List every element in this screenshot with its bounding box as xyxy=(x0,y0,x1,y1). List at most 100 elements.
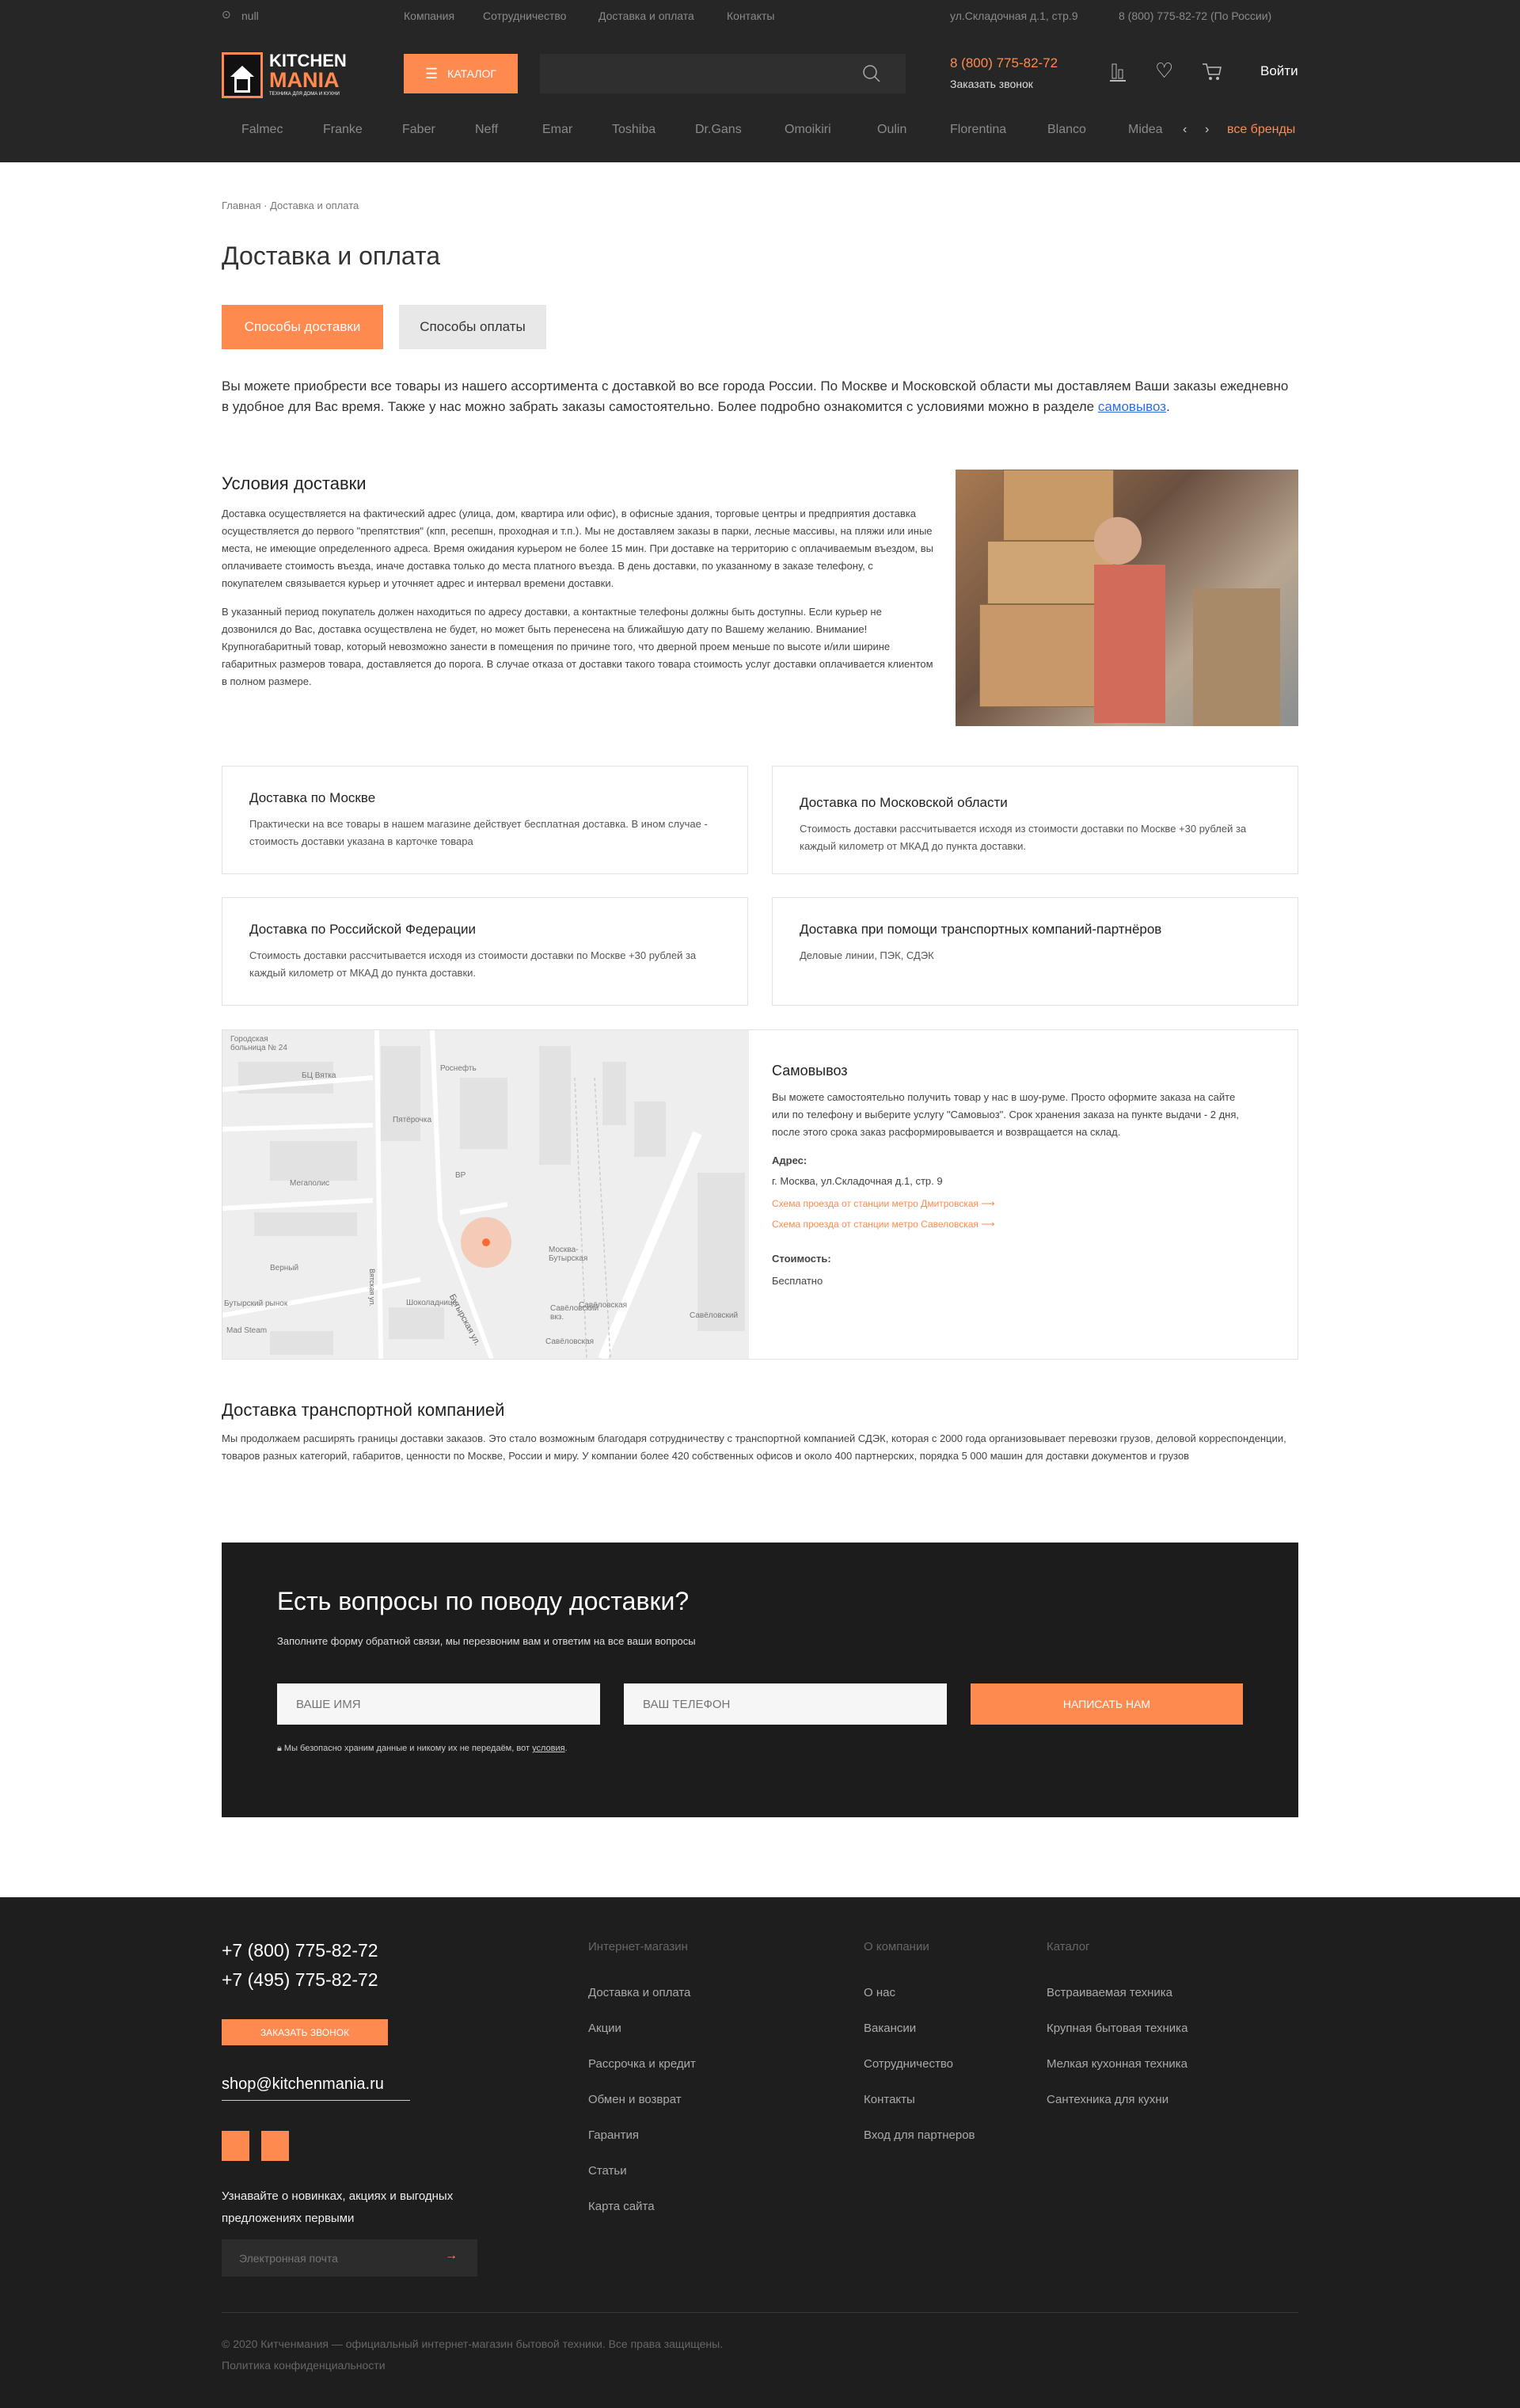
footer-link[interactable]: Мелкая кухонная техника xyxy=(1047,2057,1188,2071)
breadcrumb-home[interactable]: Главная xyxy=(222,200,260,211)
footer-link[interactable]: Вакансии xyxy=(864,2022,916,2035)
footer-link[interactable]: Гарантия xyxy=(588,2128,639,2142)
address-label: Адрес: xyxy=(772,1155,808,1166)
conditions-title: Условия доставки xyxy=(222,474,367,493)
all-brands-link[interactable]: все бренды xyxy=(1227,123,1295,137)
pickup-map[interactable]: Городская больница № 24 БЦ Вятка Роснефт… xyxy=(222,1030,749,1359)
card-text: Деловые линии, ПЭК, СДЭК xyxy=(800,949,934,961)
catalog-button[interactable]: ☰ КАТАЛОГ xyxy=(404,54,518,93)
breadcrumb-current: Доставка и оплата xyxy=(270,200,359,211)
conditions-paragraph: В указанный период покупатель должен нах… xyxy=(222,606,933,687)
brand-link[interactable]: Faber xyxy=(402,123,435,137)
menu-list-icon: ☰ xyxy=(425,65,439,82)
top-nav-cooperation[interactable]: Сотрудничество xyxy=(483,10,566,22)
top-nav-contacts[interactable]: Контакты xyxy=(727,10,774,22)
privacy-policy-link[interactable]: Политика конфиденциальности xyxy=(222,2359,386,2372)
tab-delivery-methods[interactable]: Способы доставки xyxy=(222,305,383,349)
brand-link[interactable]: Omoikiri xyxy=(785,123,831,137)
brand-link[interactable]: Midea xyxy=(1128,123,1163,137)
footer-link[interactable]: Сотрудничество xyxy=(864,2057,953,2071)
footer-link[interactable]: Сантехника для кухни xyxy=(1047,2093,1168,2106)
delivery-card-partners: Доставка при помощи транспортных компани… xyxy=(772,897,1298,1006)
favorites-heart-icon[interactable]: ♡ xyxy=(1155,59,1173,83)
footer-phone[interactable]: +7 (495) 775-82-72 xyxy=(222,1969,378,1991)
route-dmitrovskaya-link[interactable]: Схема проезда от станции метро Дмитровск… xyxy=(772,1195,1255,1212)
footer-link[interactable]: Статьи xyxy=(588,2164,627,2178)
subscribe-text: Узнавайте о новинках, акциях и выгодных … xyxy=(222,2189,454,2225)
map-label: Мегаполис xyxy=(290,1179,330,1188)
pickup-title: Самовывоз xyxy=(772,1063,848,1078)
footer-phone[interactable]: +7 (800) 775-82-72 xyxy=(222,1940,378,1961)
card-text: Стоимость доставки рассчитывается исходя… xyxy=(800,823,1247,852)
site-footer: +7 (800) 775-82-72 +7 (495) 775-82-72 ЗА… xyxy=(0,1897,1520,2408)
breadcrumb-separator: · xyxy=(264,200,268,211)
footer-link[interactable]: Крупная бытовая техника xyxy=(1047,2022,1188,2035)
route-savelovskaya-link[interactable]: Схема проезда от станции метро Савеловск… xyxy=(772,1215,1255,1233)
card-title: Доставка по Московской области xyxy=(800,795,1008,810)
brand-link[interactable]: Franke xyxy=(323,123,363,137)
login-link[interactable]: Войти xyxy=(1260,63,1298,79)
compare-icon[interactable] xyxy=(1110,62,1127,82)
form-subtitle: Заполните форму обратной связи, мы перез… xyxy=(277,1635,696,1647)
name-input[interactable] xyxy=(277,1683,600,1725)
delivery-conditions: Условия доставки Доставка осуществляется… xyxy=(222,474,934,690)
subscribe-email-input[interactable] xyxy=(222,2239,477,2277)
footer-link[interactable]: Контакты xyxy=(864,2093,915,2106)
card-text: Практически на все товары в нашем магази… xyxy=(249,818,708,847)
map-label: Бутырский рынок xyxy=(224,1299,288,1308)
header-phone[interactable]: 8 (800) 775-82-72 xyxy=(950,55,1058,71)
footer-column-title: Каталог xyxy=(1047,1940,1090,1953)
card-title: Доставка по Российской Федерации xyxy=(249,922,476,937)
social-icon[interactable] xyxy=(261,2131,289,2161)
logo[interactable]: KITCHEN MANIA ТЕХНИКА ДЛЯ ДОМА И КУХНИ xyxy=(222,52,360,98)
brand-link[interactable]: Toshiba xyxy=(612,123,656,137)
arrow-right-icon[interactable]: → xyxy=(445,2249,458,2263)
social-icon[interactable] xyxy=(222,2131,249,2161)
lock-icon: 🔒︎ xyxy=(277,1744,282,1753)
submit-button[interactable]: НАПИСАТЬ НАМ xyxy=(971,1683,1243,1725)
footer-link[interactable]: Встраиваемая техника xyxy=(1047,1986,1172,1999)
footer-email[interactable]: shop@kitchenmania.ru xyxy=(222,2075,410,2101)
privacy-terms-link[interactable]: условия xyxy=(532,1744,564,1753)
brands-prev-arrow-icon[interactable]: ‹ xyxy=(1183,123,1187,137)
footer-link[interactable]: Обмен и возврат xyxy=(588,2093,682,2106)
brand-link[interactable]: Oulin xyxy=(877,123,906,137)
top-phone[interactable]: 8 (800) 775-82-72 (По России) xyxy=(1119,10,1271,22)
callback-link[interactable]: Заказать звонок xyxy=(950,78,1033,90)
map-pin-icon[interactable] xyxy=(482,1238,490,1246)
intro-text: Вы можете приобрести все товары из нашег… xyxy=(222,379,1289,414)
map-label: Шоколадница xyxy=(406,1299,458,1307)
footer-link[interactable]: Рассрочка и кредит xyxy=(588,2057,696,2071)
footer-divider xyxy=(222,2312,1298,2313)
transport-delivery: Доставка транспортной компанией Мы продо… xyxy=(222,1400,1298,1465)
brand-link[interactable]: Neff xyxy=(475,123,498,137)
footer-link[interactable]: Вход для партнеров xyxy=(864,2128,975,2142)
brand-link[interactable]: Falmec xyxy=(241,123,283,137)
pickup-link[interactable]: самовывоз xyxy=(1098,399,1166,414)
cart-icon[interactable] xyxy=(1202,62,1222,82)
footer-link[interactable]: О нас xyxy=(864,1986,895,1999)
courier-with-boxes-photo xyxy=(956,470,1298,726)
brands-next-arrow-icon[interactable]: › xyxy=(1205,123,1209,137)
search-input[interactable] xyxy=(540,54,906,93)
footer-callback-button[interactable]: ЗАКАЗАТЬ ЗВОНОК xyxy=(222,2019,388,2045)
pickup-address: г. Москва, ул.Складочная д.1, стр. 9 xyxy=(772,1175,943,1187)
top-nav-delivery[interactable]: Доставка и оплата xyxy=(598,10,694,22)
top-nav-company[interactable]: Компания xyxy=(404,10,454,22)
footer-link[interactable]: Доставка и оплата xyxy=(588,1986,690,1999)
phone-input[interactable] xyxy=(624,1683,947,1725)
breadcrumb: Главная · Доставка и оплата xyxy=(222,200,359,211)
privacy-note: 🔒︎ Мы безопасно храним данные и никому и… xyxy=(277,1744,568,1753)
footer-link[interactable]: Акции xyxy=(588,2022,621,2035)
tab-payment-methods[interactable]: Способы оплаты xyxy=(399,305,546,349)
map-label: Городская больница № 24 xyxy=(230,1035,287,1052)
brand-link[interactable]: Emar xyxy=(542,123,572,137)
city-selector[interactable]: null xyxy=(241,10,259,22)
cost-label: Стоимость: xyxy=(772,1253,831,1265)
brand-link[interactable]: Dr.Gans xyxy=(695,123,742,137)
footer-link[interactable]: Карта сайта xyxy=(588,2200,655,2213)
form-title: Есть вопросы по поводу доставки? xyxy=(277,1587,690,1615)
search-icon[interactable] xyxy=(861,63,882,84)
brand-link[interactable]: Florentina xyxy=(950,123,1006,137)
brand-link[interactable]: Blanco xyxy=(1047,123,1086,137)
